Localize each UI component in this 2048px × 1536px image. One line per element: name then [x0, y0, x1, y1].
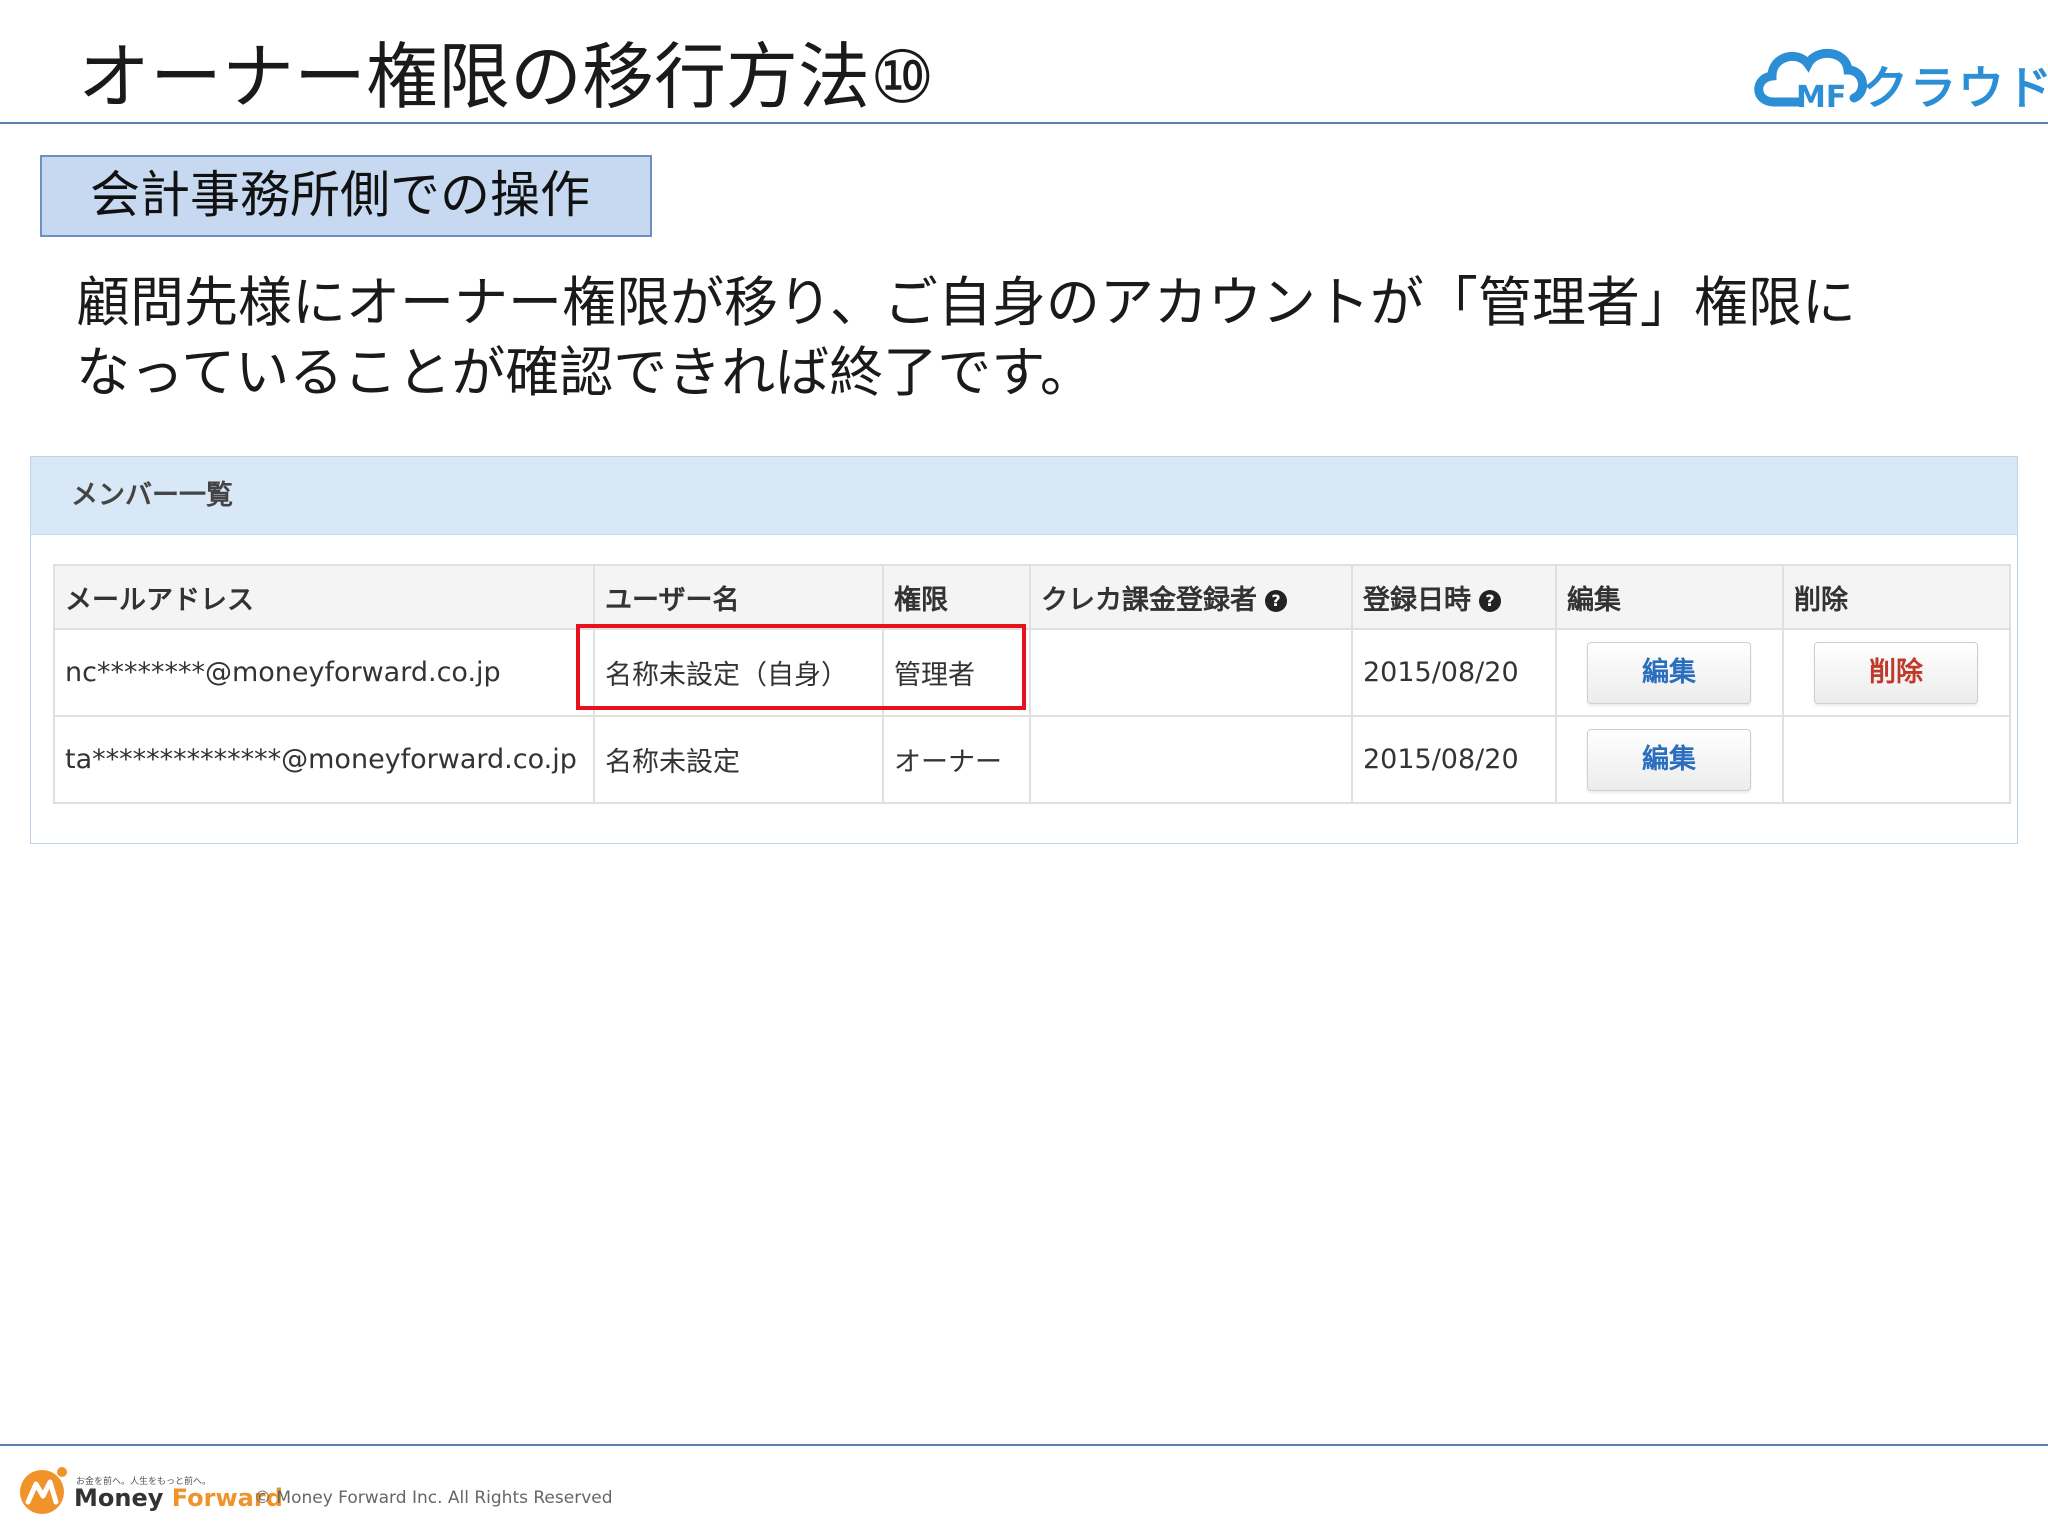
- logo-badge: MF: [1796, 80, 1847, 115]
- table-header-row: メールアドレス ユーザー名 権限 クレカ課金登録者? 登録日時? 編集 削除: [53, 564, 2011, 630]
- panel-title: メンバー一覧: [31, 457, 2017, 535]
- money-forward-logo-icon: [20, 1467, 67, 1514]
- brand-money: Money: [74, 1484, 164, 1512]
- member-table: メールアドレス ユーザー名 権限 クレカ課金登録者? 登録日時? 編集 削除 n…: [53, 564, 2011, 804]
- section-label: 会計事務所側での操作: [40, 155, 652, 237]
- description-line-1: 顧問先様にオーナー権限が移り、ご自身のアカウントが「管理者」権限に: [76, 271, 1856, 334]
- cell-role: オーナー: [882, 715, 1031, 804]
- edit-button[interactable]: 編集: [1587, 728, 1751, 791]
- edit-button[interactable]: 編集: [1587, 641, 1751, 704]
- col-role: 権限: [882, 564, 1031, 630]
- col-username: ユーザー名: [593, 564, 884, 630]
- cell-edit: 編集: [1555, 715, 1784, 804]
- cell-date: 2015/08/20: [1351, 628, 1557, 717]
- highlight-box: [576, 624, 1026, 710]
- col-edit: 編集: [1555, 564, 1784, 630]
- footer-brand: Money Forward: [74, 1484, 283, 1512]
- cell-username: 名称未設定: [593, 715, 884, 804]
- col-email: メールアドレス: [53, 564, 595, 630]
- cell-card: [1029, 628, 1353, 717]
- col-date-label: 登録日時: [1363, 584, 1471, 616]
- cell-date: 2015/08/20: [1351, 715, 1557, 804]
- cell-delete: [1782, 715, 2011, 804]
- slide-title: オーナー権限の移行方法⑩: [78, 35, 935, 119]
- col-delete: 削除: [1782, 564, 2011, 630]
- col-card-label: クレカ課金登録者: [1041, 584, 1257, 616]
- description: 顧問先様にオーナー権限が移り、ご自身のアカウントが「管理者」権限に なっているこ…: [76, 268, 1976, 408]
- cell-delete: 削除: [1782, 628, 2011, 717]
- copyright: © Money Forward Inc. All Rights Reserved: [254, 1488, 613, 1508]
- description-line-2: なっていることが確認できれば終了です。: [76, 341, 1094, 404]
- table-row: ta**************@moneyforward.co.jp 名称未設…: [53, 715, 2011, 804]
- help-circle-icon[interactable]: ?: [1265, 590, 1287, 612]
- footer-divider: [0, 1444, 2048, 1446]
- delete-button[interactable]: 削除: [1814, 641, 1978, 704]
- table-row: nc********@moneyforward.co.jp 名称未設定（自身） …: [53, 628, 2011, 717]
- cell-email: ta**************@moneyforward.co.jp: [53, 715, 595, 804]
- title-divider: [0, 122, 2048, 124]
- cell-email: nc********@moneyforward.co.jp: [53, 628, 595, 717]
- cell-card: [1029, 715, 1353, 804]
- cell-edit: 編集: [1555, 628, 1784, 717]
- help-circle-icon[interactable]: ?: [1479, 590, 1501, 612]
- col-date: 登録日時?: [1351, 564, 1557, 630]
- logo-text: クラウド: [1862, 61, 2048, 115]
- col-card: クレカ課金登録者?: [1029, 564, 1353, 630]
